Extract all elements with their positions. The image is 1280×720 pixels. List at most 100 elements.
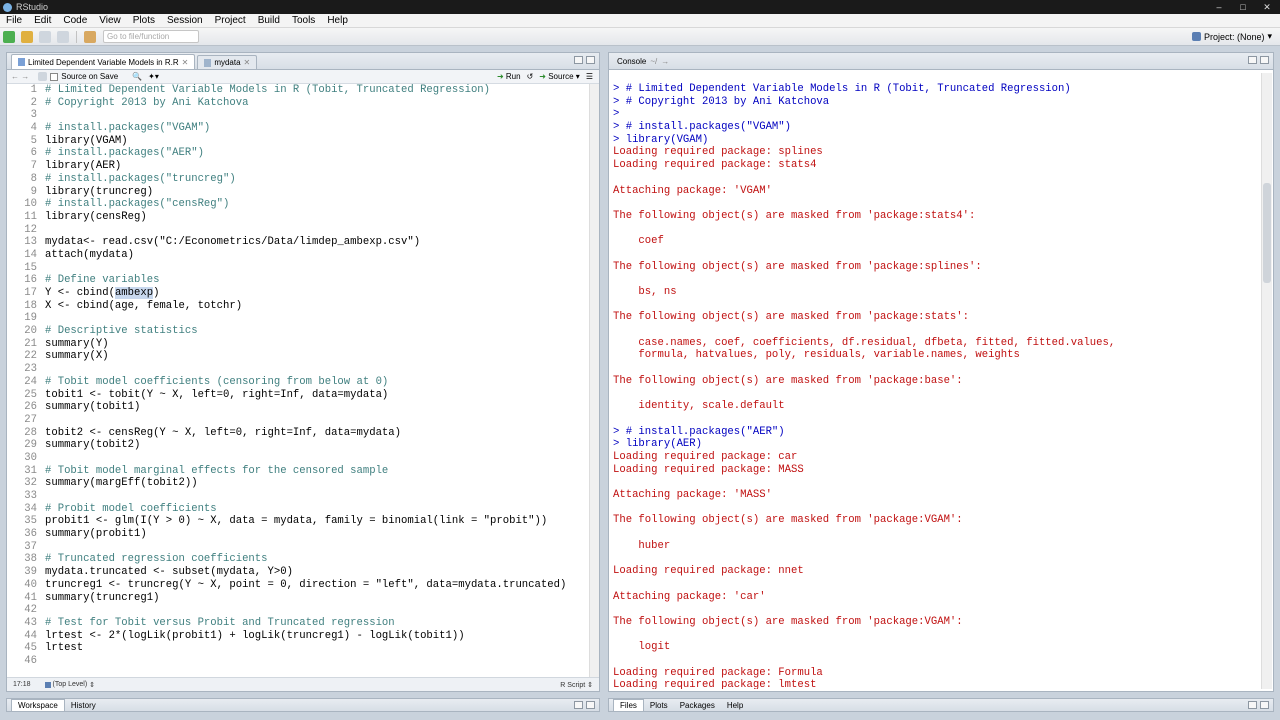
code-line[interactable]: 5 library(VGAM) — [7, 135, 589, 148]
close-tab-icon[interactable]: ✕ — [182, 58, 189, 67]
print-icon[interactable] — [84, 30, 96, 43]
code-line[interactable]: 46 — [7, 655, 589, 668]
code-line[interactable]: 12 — [7, 224, 589, 237]
code-line[interactable]: 24 # Tobit model coefficients (censoring … — [7, 376, 589, 389]
code-line[interactable]: 32 summary(margEff(tobit2)) — [7, 477, 589, 490]
code-line[interactable]: 8 # install.packages("truncreg") — [7, 173, 589, 186]
menu-tools[interactable]: Tools — [286, 15, 321, 26]
code-line[interactable]: 23 — [7, 363, 589, 376]
menu-build[interactable]: Build — [252, 15, 286, 26]
code-line[interactable]: 43 # Test for Tobit versus Probit and Tru… — [7, 617, 589, 630]
code-line[interactable]: 25 tobit1 <- tobit(Y ~ X, left=0, right=I… — [7, 389, 589, 402]
code-line[interactable]: 36 summary(probit1) — [7, 528, 589, 541]
run-button[interactable]: ➜ Run — [497, 72, 521, 81]
code-line[interactable]: 2 # Copyright 2013 by Ani Katchova — [7, 97, 589, 110]
scroll-thumb[interactable] — [1263, 183, 1271, 283]
menu-plots[interactable]: Plots — [127, 15, 161, 26]
search-icon[interactable]: 🔍 — [132, 72, 142, 81]
maximize-icon[interactable]: □ — [1236, 2, 1250, 13]
menu-code[interactable]: Code — [57, 15, 93, 26]
maximize-pane-icon[interactable] — [586, 56, 595, 64]
console-scrollbar[interactable] — [1261, 73, 1272, 689]
minimize-pane-icon[interactable] — [574, 56, 583, 64]
goto-file-input[interactable]: Go to file/function — [103, 30, 199, 43]
code-line[interactable]: 13 mydata<- read.csv("C:/Econometrics/Dat… — [7, 236, 589, 249]
code-line[interactable]: 18 X <- cbind(age, female, totchr) — [7, 300, 589, 313]
menu-view[interactable]: View — [93, 15, 127, 26]
tab-script[interactable]: Limited Dependent Variable Models in R.R… — [11, 54, 196, 69]
code-line[interactable]: 33 — [7, 490, 589, 503]
code-line[interactable]: 45 lrtest — [7, 642, 589, 655]
code-line[interactable]: 26 summary(tobit1) — [7, 401, 589, 414]
code-line[interactable]: 40 truncreg1 <- truncreg(Y ~ X, point = 0… — [7, 579, 589, 592]
scope-selector[interactable]: (Top Level) ⇕ — [44, 681, 95, 689]
code-line[interactable]: 37 — [7, 541, 589, 554]
source-button[interactable]: ➜ Source ▾ — [539, 72, 580, 81]
code-line[interactable]: 38 # Truncated regression coefficients — [7, 553, 589, 566]
maximize-pane-icon[interactable] — [1260, 56, 1269, 64]
tab-help[interactable]: Help — [721, 699, 749, 711]
code-line[interactable]: 9 library(truncreg) — [7, 186, 589, 199]
code-line[interactable]: 7 library(AER) — [7, 160, 589, 173]
save-all-icon[interactable] — [57, 30, 69, 43]
project-menu[interactable]: Project: (None) ▾ — [1191, 31, 1280, 42]
code-line[interactable]: 11 library(censReg) — [7, 211, 589, 224]
code-line[interactable]: 28 tobit2 <- censReg(Y ~ X, left=0, right… — [7, 427, 589, 440]
minimize-pane-icon[interactable] — [1248, 56, 1257, 64]
editor-scrollbar[interactable] — [589, 84, 599, 677]
tab-packages[interactable]: Packages — [674, 699, 721, 711]
code-line[interactable]: 20 # Descriptive statistics — [7, 325, 589, 338]
menu-project[interactable]: Project — [209, 15, 252, 26]
menu-help[interactable]: Help — [321, 15, 354, 26]
code-line[interactable]: 17 Y <- cbind(ambexp) — [7, 287, 589, 300]
tab-mydata[interactable]: mydata ✕ — [197, 55, 258, 69]
code-line[interactable]: 27 — [7, 414, 589, 427]
menu-edit[interactable]: Edit — [28, 15, 57, 26]
save-icon[interactable] — [38, 72, 48, 81]
tab-workspace[interactable]: Workspace — [11, 699, 65, 711]
code-line[interactable]: 10 # install.packages("censReg") — [7, 198, 589, 211]
tab-plots[interactable]: Plots — [644, 699, 674, 711]
code-editor[interactable]: 1 # Limited Dependent Variable Models in … — [7, 84, 589, 677]
tab-files[interactable]: Files — [613, 699, 644, 711]
code-line[interactable]: 19 — [7, 312, 589, 325]
code-line[interactable]: 29 summary(tobit2) — [7, 439, 589, 452]
maximize-pane-icon[interactable] — [1260, 701, 1269, 709]
back-forward-icon[interactable]: ← → — [11, 72, 29, 81]
code-line[interactable]: 1 # Limited Dependent Variable Models in … — [7, 84, 589, 97]
code-line[interactable]: 21 summary(Y) — [7, 338, 589, 351]
code-line[interactable]: 44 lrtest <- 2*(logLik(probit1) + logLik(… — [7, 630, 589, 643]
code-line[interactable]: 42 — [7, 604, 589, 617]
source-on-save-checkbox[interactable] — [50, 72, 59, 81]
code-line[interactable]: 22 summary(X) — [7, 350, 589, 363]
code-line[interactable]: 14 attach(mydata) — [7, 249, 589, 262]
close-tab-icon[interactable]: ✕ — [244, 58, 251, 67]
minimize-pane-icon[interactable] — [574, 701, 583, 709]
code-line[interactable]: 4 # install.packages("VGAM") — [7, 122, 589, 135]
arrow-icon[interactable]: → — [661, 57, 669, 66]
code-line[interactable]: 6 # install.packages("AER") — [7, 147, 589, 160]
minimize-pane-icon[interactable] — [1248, 701, 1257, 709]
code-line[interactable]: 15 — [7, 262, 589, 275]
code-line[interactable]: 30 — [7, 452, 589, 465]
open-folder-icon[interactable] — [21, 30, 33, 43]
code-line[interactable]: 39 mydata.truncated <- subset(mydata, Y>0… — [7, 566, 589, 579]
wand-icon[interactable]: ✦▾ — [148, 72, 159, 81]
maximize-pane-icon[interactable] — [586, 701, 595, 709]
code-line[interactable]: 16 # Define variables — [7, 274, 589, 287]
code-line[interactable]: 35 probit1 <- glm(I(Y > 0) ~ X, data = my… — [7, 515, 589, 528]
outline-icon[interactable]: ☰ — [586, 72, 593, 81]
minimize-icon[interactable]: – — [1212, 2, 1226, 13]
code-line[interactable]: 41 summary(truncreg1) — [7, 592, 589, 605]
close-icon[interactable]: ✕ — [1260, 2, 1274, 13]
rerun-icon[interactable]: ↺ — [527, 72, 534, 81]
new-file-icon[interactable] — [3, 30, 15, 43]
tab-history[interactable]: History — [65, 699, 102, 711]
save-icon[interactable] — [39, 30, 51, 43]
menu-file[interactable]: File — [0, 15, 28, 26]
file-type[interactable]: R Script ⇕ — [560, 681, 593, 689]
console-output[interactable]: > # Limited Dependent Variable Models in… — [613, 83, 1259, 689]
code-line[interactable]: 3 — [7, 109, 589, 122]
code-line[interactable]: 34 # Probit model coefficients — [7, 503, 589, 516]
menu-session[interactable]: Session — [161, 15, 209, 26]
